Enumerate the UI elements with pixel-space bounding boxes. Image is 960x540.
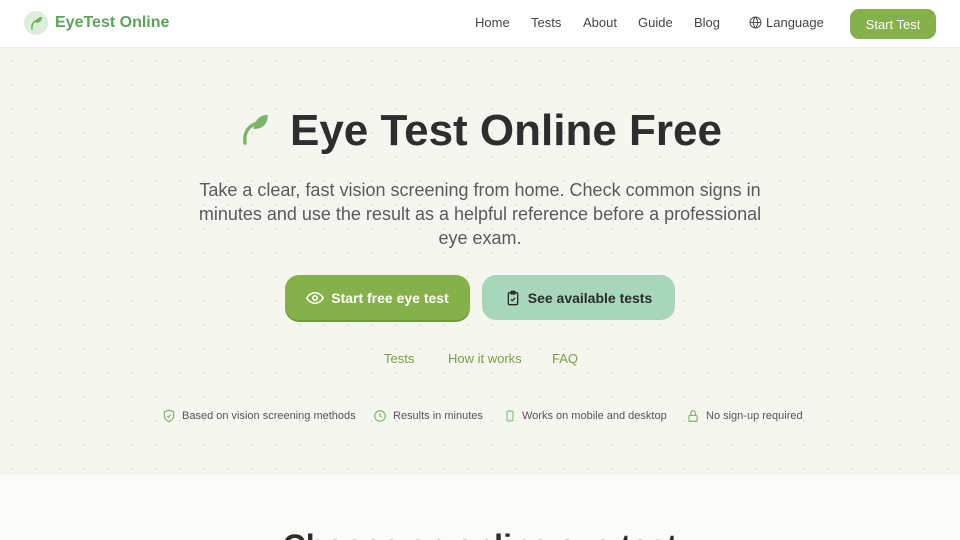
- hero-link-how-it-works[interactable]: How it works: [448, 351, 522, 366]
- nav-about[interactable]: About: [583, 15, 617, 30]
- tests-section-heading: Choose an online eye test: [0, 528, 960, 540]
- feature-screening-methods: Based on vision screening methods: [162, 409, 356, 423]
- feature-label: No sign-up required: [706, 410, 803, 422]
- smartphone-icon: [506, 410, 514, 422]
- nav-home[interactable]: Home: [475, 15, 510, 30]
- clipboard-check-icon: [507, 290, 519, 305]
- site-header: EyeTest Online Home Tests About Guide Bl…: [0, 0, 960, 48]
- nav-tests[interactable]: Tests: [531, 15, 561, 30]
- see-available-tests-button[interactable]: See available tests: [482, 275, 675, 320]
- start-test-button[interactable]: Start Test: [850, 9, 936, 39]
- language-label: Language: [766, 15, 824, 30]
- hero-subtitle: Take a clear, fast vision screening from…: [198, 180, 762, 248]
- nav-guide[interactable]: Guide: [638, 15, 673, 30]
- language-selector[interactable]: Language: [749, 15, 824, 30]
- feature-mobile-desktop: Works on mobile and desktop: [504, 409, 667, 423]
- eye-icon: [306, 291, 325, 304]
- leaf-icon: [238, 112, 272, 151]
- hero-title-row: Eye Test Online Free: [0, 106, 960, 156]
- hero-link-tests[interactable]: Tests: [384, 351, 414, 366]
- feature-results-minutes: Results in minutes: [373, 409, 483, 423]
- start-free-eye-test-label: Start free eye test: [331, 289, 449, 306]
- lock-icon: [688, 410, 698, 422]
- hero-link-faq[interactable]: FAQ: [552, 351, 578, 366]
- nav-blog[interactable]: Blog: [694, 15, 720, 30]
- page-title: Eye Test Online Free: [289, 106, 722, 155]
- see-available-tests-label: See available tests: [527, 289, 653, 306]
- feature-label: Works on mobile and desktop: [522, 410, 667, 422]
- feature-no-signup: No sign-up required: [686, 409, 803, 423]
- feature-label: Results in minutes: [393, 410, 483, 422]
- clock-icon: [374, 410, 386, 422]
- feature-label: Based on vision screening methods: [182, 410, 356, 422]
- globe-icon: [749, 16, 762, 29]
- shield-check-icon: [163, 409, 175, 423]
- main-nav: Home Tests About Guide Blog Language: [0, 0, 960, 48]
- start-free-eye-test-button[interactable]: Start free eye test: [285, 275, 470, 320]
